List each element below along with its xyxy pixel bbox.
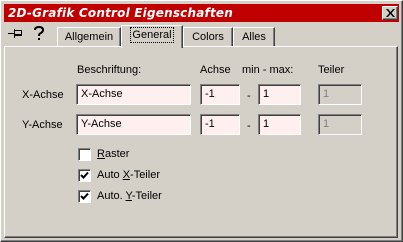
tab-colors-label: Colors: [192, 31, 224, 43]
x-axis-divider-input: 1: [318, 84, 362, 105]
auto-x-divider-checkbox[interactable]: [78, 169, 91, 182]
header-beschriftung: Beschriftung:: [77, 64, 142, 76]
properties-dialog: 2D-Grafik Control Eigenschaften Allgemei…: [0, 0, 403, 242]
y-axis-min-input[interactable]: -1: [200, 114, 240, 135]
auto-x-rest: -Teiler: [130, 169, 160, 181]
title-bar[interactable]: 2D-Grafik Control Eigenschaften: [4, 4, 399, 22]
header-min-max: min - max:: [242, 64, 294, 76]
x-axis-label: X-Achse: [22, 89, 64, 101]
tab-general[interactable]: General: [121, 25, 183, 48]
raster-checkbox[interactable]: [78, 148, 91, 161]
x-axis-caption-input[interactable]: X-Achse: [76, 84, 191, 105]
auto-x-divider-label[interactable]: Auto X-Teiler: [97, 169, 160, 181]
help-question-icon[interactable]: [32, 26, 46, 42]
tab-alles-label: Alles: [242, 31, 266, 43]
auto-x-accel: X: [122, 169, 131, 181]
tab-allgemein-label: Allgemein: [64, 31, 114, 43]
x-axis-min-input[interactable]: -1: [200, 84, 240, 105]
checkmark-icon: [80, 171, 89, 179]
raster-label[interactable]: Raster: [97, 148, 129, 160]
y-range-dash: -: [247, 120, 251, 132]
tab-alles[interactable]: Alles: [233, 27, 275, 47]
auto-x-prefix: Auto: [97, 169, 123, 181]
y-axis-label: Y-Achse: [22, 119, 63, 131]
header-achse: Achse: [200, 64, 231, 76]
auto-y-divider-checkbox[interactable]: [78, 190, 91, 203]
pushpin-icon[interactable]: [8, 28, 24, 40]
auto-y-rest: -Teiler: [131, 190, 162, 202]
close-button[interactable]: [382, 6, 398, 20]
y-axis-divider-input: 1: [318, 114, 362, 135]
general-tab-panel: Beschriftung: Achse min - max: Teiler X-…: [4, 46, 398, 238]
auto-y-divider-label[interactable]: Auto. Y-Teiler: [97, 190, 162, 202]
auto-y-prefix: Auto.: [97, 190, 126, 202]
tab-colors[interactable]: Colors: [183, 27, 233, 47]
close-icon: [386, 9, 395, 17]
tab-allgemein[interactable]: Allgemein: [57, 27, 121, 47]
y-axis-caption-input[interactable]: Y-Achse: [76, 114, 191, 135]
tab-general-label: General: [130, 27, 174, 43]
x-range-dash: -: [247, 90, 251, 102]
y-axis-max-input[interactable]: 1: [258, 114, 301, 135]
checkmark-icon: [80, 192, 89, 200]
raster-label-rest: aster: [104, 148, 130, 160]
x-axis-max-input[interactable]: 1: [258, 84, 301, 105]
header-teiler: Teiler: [318, 64, 345, 76]
raster-label-accel: R: [97, 148, 105, 160]
window-title: 2D-Grafik Control Eigenschaften: [8, 6, 233, 20]
